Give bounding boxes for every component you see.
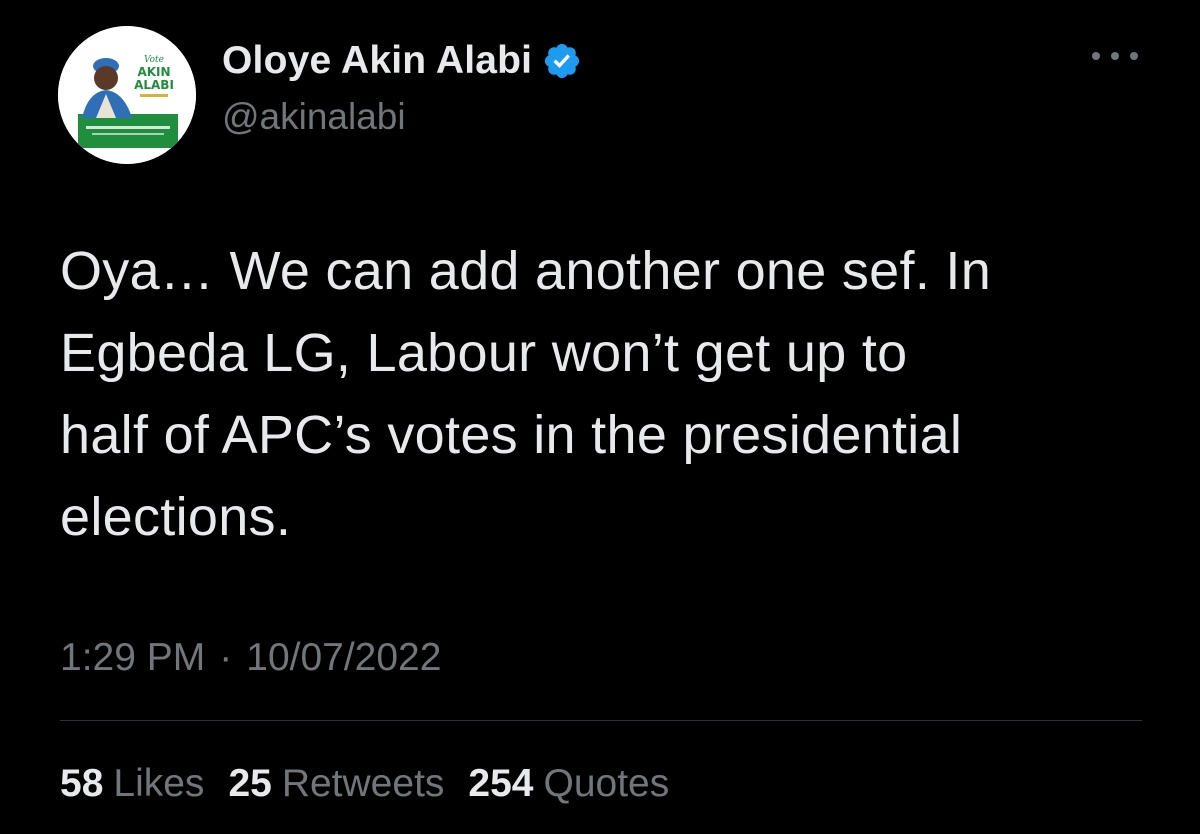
tweet-date: 10/07/2022: [246, 636, 442, 679]
quotes-count: 254: [468, 762, 534, 805]
more-options-icon[interactable]: [1092, 44, 1138, 68]
more-dot: [1111, 52, 1119, 60]
likes-count: 58: [60, 762, 104, 805]
quotes-stat[interactable]: 254 Quotes: [468, 762, 669, 806]
avatar-image: Vote AKIN ALABI: [58, 26, 196, 164]
retweets-count: 25: [228, 762, 272, 805]
divider: [60, 720, 1142, 721]
more-dot: [1130, 52, 1138, 60]
svg-text:AKIN: AKIN: [137, 65, 170, 79]
verified-badge-icon: [542, 41, 582, 81]
retweets-stat[interactable]: 25 Retweets: [228, 762, 444, 806]
author-name-row: Oloye Akin Alabi: [222, 36, 582, 86]
tweet-card: Vote AKIN ALABI Oloye Akin Alabi @akinal…: [0, 0, 1200, 834]
author-handle[interactable]: @akinalabi: [222, 96, 582, 138]
svg-text:ALABI: ALABI: [134, 78, 174, 92]
tweet-stats: 58 Likes 25 Retweets 254 Quotes: [60, 762, 669, 806]
author-name[interactable]: Oloye Akin Alabi: [222, 39, 532, 83]
tweet-timestamp[interactable]: 1:29 PM · 10/07/2022: [60, 636, 441, 680]
avatar[interactable]: Vote AKIN ALABI: [58, 26, 196, 164]
tweet-text: Oya… We can add another one sef. In Egbe…: [60, 241, 992, 547]
timestamp-separator: ·: [219, 636, 233, 679]
likes-stat[interactable]: 58 Likes: [60, 762, 204, 806]
retweets-label: Retweets: [281, 762, 445, 805]
tweet-time: 1:29 PM: [60, 636, 206, 679]
more-dot: [1092, 52, 1100, 60]
author-block: Oloye Akin Alabi @akinalabi: [222, 36, 582, 138]
svg-text:Vote: Vote: [144, 55, 164, 65]
quotes-label: Quotes: [543, 762, 670, 805]
likes-label: Likes: [113, 762, 205, 805]
